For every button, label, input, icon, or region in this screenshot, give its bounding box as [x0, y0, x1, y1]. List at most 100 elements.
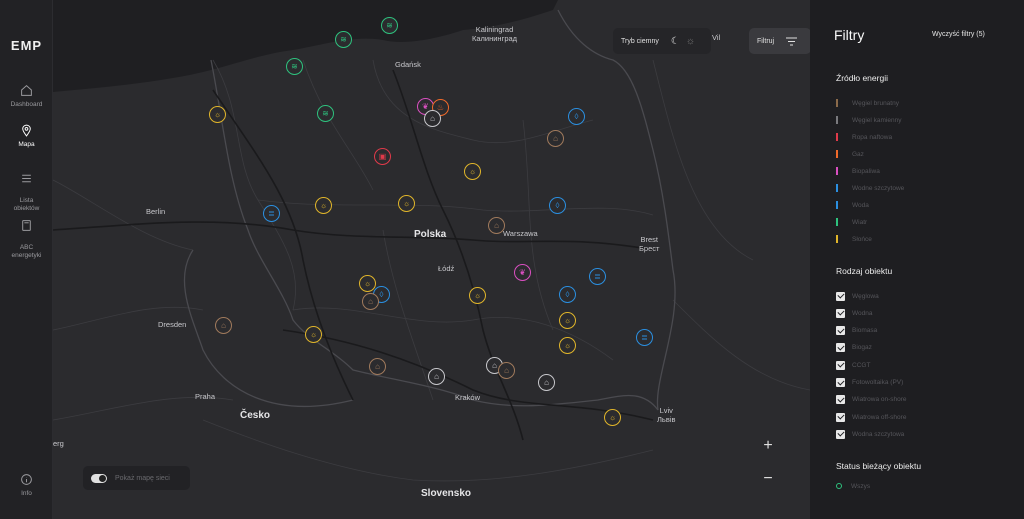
- sun-icon: ☼: [685, 35, 695, 47]
- pumped-storage-marker-icon[interactable]: ≣: [589, 268, 606, 285]
- energy-color-swatch: [836, 150, 838, 158]
- checkbox-checked-icon[interactable]: [836, 378, 845, 387]
- filter-panel-title: Filtry: [834, 27, 865, 43]
- nav-item-mapa[interactable]: Mapa: [0, 124, 53, 149]
- solar-marker-icon[interactable]: ☼: [559, 337, 576, 354]
- wind-marker-icon[interactable]: ≋: [381, 17, 398, 34]
- water-marker-icon[interactable]: ◊: [568, 108, 585, 125]
- biomass-marker-icon[interactable]: ⌂: [362, 293, 379, 310]
- nav-item-dashboard[interactable]: Dashboard: [0, 84, 53, 109]
- status-heading: Status bieżący obiektu: [836, 461, 922, 471]
- status-item[interactable]: Wszys: [836, 481, 870, 491]
- energy-source-item[interactable]: Węgiel kamienny: [836, 115, 902, 125]
- checkbox-checked-icon[interactable]: [836, 308, 845, 318]
- solar-marker-icon[interactable]: ☼: [464, 163, 481, 180]
- pumped-storage-marker-icon[interactable]: ≣: [636, 329, 653, 346]
- checkbox-checked-icon[interactable]: [836, 291, 845, 301]
- wind-marker-icon[interactable]: ≋: [286, 58, 303, 75]
- dark-mode-toggle[interactable]: Tryb ciemny ☾ ☼: [613, 28, 711, 54]
- checkbox-checked-icon[interactable]: [836, 343, 845, 353]
- energy-source-label: Węgiel kamienny: [852, 116, 902, 124]
- country-cesko: Česko: [240, 410, 271, 421]
- biomass-marker-icon[interactable]: ⌂: [547, 130, 564, 147]
- object-type-item[interactable]: Węglowa: [836, 291, 879, 301]
- object-type-item[interactable]: Wiatrowa on-shore: [836, 395, 907, 405]
- oil-marker-icon[interactable]: ▣: [374, 148, 391, 165]
- solar-marker-icon[interactable]: ☼: [305, 326, 322, 343]
- filter-panel: Filtry Wyczyść filtry (5) Źródło energii…: [810, 0, 1024, 519]
- object-type-heading: Rodzaj obiektu: [836, 266, 893, 276]
- biomass-marker-icon[interactable]: ⌂: [369, 358, 386, 375]
- energy-source-item[interactable]: Gaz: [836, 149, 864, 159]
- nav-item-lista-obiektow[interactable]: Lista obiektów: [0, 164, 53, 213]
- nav-item-abc-energetyki[interactable]: ABC energetyki: [0, 211, 53, 260]
- object-type-item[interactable]: Wodna szczytowa: [836, 429, 904, 439]
- dark-mode-label: Tryb ciemny: [621, 37, 659, 45]
- energy-source-item[interactable]: Słońce: [836, 234, 872, 244]
- info-icon: [21, 474, 32, 485]
- country-slovensko: Slovensko: [421, 488, 472, 499]
- map-view[interactable]: Kaliningrad Калининград Gdańsk Berlin Wa…: [53, 0, 810, 519]
- solar-marker-icon[interactable]: ☼: [398, 195, 415, 212]
- solar-marker-icon[interactable]: ☼: [559, 312, 576, 329]
- coal-marker-icon[interactable]: ⌂: [538, 374, 555, 391]
- pumped-storage-marker-icon[interactable]: ≣: [263, 205, 280, 222]
- energy-color-swatch: [836, 218, 838, 226]
- checkbox-checked-icon[interactable]: [836, 412, 845, 422]
- object-type-label: Wodna szczytowa: [852, 430, 905, 438]
- city-erg: erg: [53, 439, 64, 448]
- checkbox-checked-icon[interactable]: [836, 360, 845, 370]
- energy-color-swatch: [836, 201, 838, 209]
- object-type-item[interactable]: Wiatrowa off-shore: [836, 412, 906, 422]
- energy-source-item[interactable]: Biopaliwa: [836, 166, 880, 176]
- checkbox-checked-icon[interactable]: [836, 326, 845, 336]
- filter-button[interactable]: Filtruj: [749, 28, 810, 54]
- biomass-marker-icon[interactable]: ⌂: [498, 362, 515, 379]
- object-type-item[interactable]: Fotowoltaika (PV): [836, 378, 903, 388]
- solar-marker-icon[interactable]: ☼: [209, 106, 226, 123]
- city-warszawa: Warszawa: [503, 229, 538, 238]
- checkbox-checked-icon[interactable]: [836, 395, 845, 405]
- energy-source-item[interactable]: Woda: [836, 200, 869, 210]
- solar-marker-icon[interactable]: ☼: [469, 287, 486, 304]
- biomass-marker-icon[interactable]: ⌂: [215, 317, 232, 334]
- solar-marker-icon[interactable]: ☼: [604, 409, 621, 426]
- coal-marker-icon[interactable]: ⌂: [428, 368, 445, 385]
- radio-icon[interactable]: [836, 483, 842, 489]
- grid-map-switch[interactable]: [91, 473, 107, 483]
- object-type-label: Biogaz: [852, 344, 872, 352]
- nav-label-lista: Lista obiektów: [13, 197, 40, 212]
- zoom-out-button[interactable]: −: [753, 466, 783, 492]
- energy-source-label: Wodne szczytowe: [852, 184, 905, 192]
- app-root: EMP Dashboard Mapa Lista obiektów ABC en…: [0, 0, 1024, 519]
- app-logo[interactable]: EMP: [0, 38, 53, 53]
- biofuel-marker-icon[interactable]: ❦: [514, 264, 531, 281]
- water-marker-icon[interactable]: ◊: [549, 197, 566, 214]
- grid-map-toggle[interactable]: Pokaż mapę sieci: [83, 466, 190, 490]
- clear-filters-button[interactable]: Wyczyść filtry (5): [932, 31, 985, 38]
- object-type-item[interactable]: Wodna: [836, 308, 872, 318]
- wind-marker-icon[interactable]: ≋: [335, 31, 352, 48]
- home-icon: [21, 84, 32, 96]
- map-background: [53, 0, 810, 482]
- energy-source-item[interactable]: Węgiel brunatny: [836, 98, 899, 108]
- water-marker-icon[interactable]: ◊: [559, 286, 576, 303]
- list-icon: [22, 174, 31, 183]
- filter-icon: [786, 37, 798, 45]
- solar-marker-icon[interactable]: ☼: [315, 197, 332, 214]
- status-label: Wszys: [851, 482, 871, 490]
- energy-source-item[interactable]: Wiatr: [836, 217, 867, 227]
- wind-marker-icon[interactable]: ≋: [317, 105, 334, 122]
- left-navigation: EMP Dashboard Mapa Lista obiektów ABC en…: [0, 0, 53, 519]
- energy-source-label: Woda: [852, 201, 869, 209]
- object-type-item[interactable]: Biogaz: [836, 343, 872, 353]
- biomass-marker-icon[interactable]: ⌂: [488, 217, 505, 234]
- coal-marker-icon[interactable]: ⌂: [424, 110, 441, 127]
- nav-item-info[interactable]: Info: [0, 473, 53, 498]
- checkbox-checked-icon[interactable]: [836, 429, 845, 439]
- object-type-item[interactable]: CCGT: [836, 360, 870, 370]
- object-type-item[interactable]: Biomasa: [836, 326, 877, 336]
- energy-source-item[interactable]: Ropa naftowa: [836, 132, 892, 142]
- zoom-in-button[interactable]: +: [753, 433, 783, 459]
- energy-source-item[interactable]: Wodne szczytowe: [836, 183, 904, 193]
